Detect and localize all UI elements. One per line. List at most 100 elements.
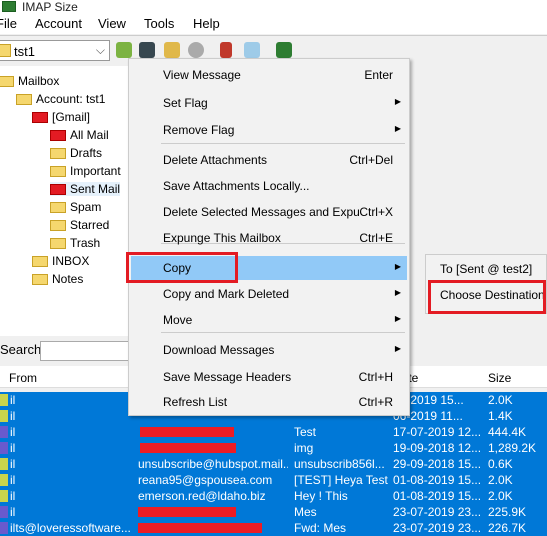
table-row[interactable]: il Test 17-07-2019 12... 444.4K (0, 424, 547, 440)
folder-icon (50, 184, 66, 196)
menu-item-copy-and-mark-deleted[interactable]: Copy and Mark Deleted ▶ (131, 282, 407, 306)
menu-shortcut: Ctrl+X (359, 205, 393, 219)
col-from[interactable]: From (9, 371, 37, 385)
message-icon (0, 410, 8, 422)
stop-icon[interactable] (188, 42, 204, 58)
cell-date: 01-08-2019 15... (393, 473, 482, 487)
message-icon (0, 522, 8, 534)
open-folder-icon[interactable] (164, 42, 180, 58)
account-value: tst1 (14, 44, 35, 59)
table-row[interactable]: il unsubscribe@hubspot.mail.... unsubscrib… (0, 456, 547, 472)
menu-label: Save Attachments Locally... (163, 179, 310, 193)
tree-important[interactable]: Important (50, 164, 121, 178)
message-icon (0, 474, 8, 486)
find-icon[interactable] (244, 42, 260, 58)
submenu-arrow-icon: ▶ (394, 344, 401, 353)
cell-from: il (10, 393, 16, 407)
tree-trash[interactable]: Trash (50, 236, 100, 250)
cell-from: il (10, 489, 16, 503)
menu-separator (161, 332, 405, 333)
cell-from: ilts@loveressoftware... (10, 521, 130, 535)
tree-sent-mail[interactable]: Sent Mail (50, 182, 121, 196)
cell-date: 29-09-2018 15... (393, 457, 482, 471)
menu-help[interactable]: Help (193, 16, 220, 31)
menu-shortcut: Ctrl+E (359, 231, 393, 245)
tree-label: [Gmail] (52, 110, 91, 124)
search-input[interactable] (40, 341, 140, 361)
menu-shortcut: Ctrl+Del (349, 153, 393, 167)
menu-item-delete-attachments[interactable]: Delete Attachments Ctrl+Del (131, 148, 407, 172)
menu-label: Copy and Mark Deleted (163, 287, 290, 301)
tree-drafts[interactable]: Drafts (50, 146, 102, 160)
tree-label: Important (70, 164, 121, 178)
app-icon (2, 1, 16, 12)
table-row[interactable]: il img 19-09-2018 12... 1,289.2K (0, 440, 547, 456)
message-icon (0, 442, 8, 454)
menu-label: Save Message Headers (163, 370, 292, 384)
menu-label: Download Messages (163, 343, 275, 357)
menu-account[interactable]: Account (35, 16, 82, 31)
submenu-arrow-icon: ▶ (394, 124, 401, 133)
tree-mailbox[interactable]: Mailbox (0, 74, 59, 88)
menu-item-refresh-list[interactable]: Refresh List Ctrl+R (131, 390, 407, 414)
cell-size: 0.6K (488, 457, 513, 471)
cell-date: 19-09-2018 12... (393, 441, 482, 455)
tree-starred[interactable]: Starred (50, 218, 109, 232)
submenu-arrow-icon: ▶ (394, 288, 401, 297)
tree-inbox[interactable]: INBOX (32, 254, 89, 268)
table-row[interactable]: il reana95@gspousea.com [TEST] Heya Test 01… (0, 472, 547, 488)
menu-item-move[interactable]: Move ▶ (131, 308, 407, 332)
settings-icon[interactable] (276, 42, 292, 58)
menu-label: Set Flag (163, 96, 208, 110)
menu-tools[interactable]: Tools (144, 16, 174, 31)
cell-size: 1,289.2K (488, 441, 537, 455)
menu-item-set-flag[interactable]: Set Flag ▶ (131, 91, 407, 115)
menu-file[interactable]: File (0, 16, 17, 31)
menu-item-save-attachments-locally[interactable]: Save Attachments Locally... (131, 174, 407, 198)
table-row[interactable]: ilts@loveressoftware... Fwd: Mes 23-07-201… (0, 520, 547, 536)
col-size[interactable]: Size (488, 371, 511, 385)
folder-icon (32, 112, 48, 124)
menu-item-expunge-this-mailbox[interactable]: Expunge This Mailbox Ctrl+E (131, 226, 407, 250)
tree-spam[interactable]: Spam (50, 200, 101, 214)
folder-icon (16, 94, 32, 106)
menu-label: View Message (163, 68, 241, 82)
cell-subject: [TEST] Heya Test (294, 473, 388, 487)
table-row[interactable]: il Mes 23-07-2019 23... 225.9K (0, 504, 547, 520)
table-row[interactable]: il emerson.red@ldaho.biz Hey ! This 01-08-2… (0, 488, 547, 504)
folder-tree: Mailbox Account: tst1 [Gmail] All Mail D… (0, 66, 130, 336)
context-menu: View Message Enter Set Flag ▶ Remove Flag ▶ De… (128, 58, 410, 416)
cell-size: 2.0K (488, 473, 513, 487)
tree-account[interactable]: Account: tst1 (16, 92, 105, 106)
cell-size: 2.0K (488, 393, 513, 407)
tree-label: Account: tst1 (36, 92, 106, 106)
submenu-arrow-icon: ▶ (394, 314, 401, 323)
account-icon (0, 44, 11, 57)
menu-item-save-message-headers[interactable]: Save Message Headers Ctrl+H (131, 365, 407, 389)
menu-item-remove-flag[interactable]: Remove Flag ▶ (131, 118, 407, 142)
submenu-to-sent-test2[interactable]: To [Sent @ test2] (428, 257, 546, 281)
tree-label: Spam (70, 200, 102, 214)
menu-item-view-message[interactable]: View Message Enter (131, 63, 407, 87)
menu-item-download-messages[interactable]: Download Messages ▶ (131, 338, 407, 362)
account-select[interactable]: tst1 ⌵ (0, 40, 110, 61)
message-icon (0, 458, 8, 470)
tree-all-mail[interactable]: All Mail (50, 128, 109, 142)
tree-notes[interactable]: Notes (32, 272, 83, 286)
menu-label: To [Sent @ test2] (440, 262, 533, 276)
cell-size: 226.7K (488, 521, 527, 535)
menu-shortcut: Ctrl+H (358, 370, 393, 384)
menu-label: Refresh List (163, 395, 228, 409)
tree-gmail[interactable]: [Gmail] (32, 110, 90, 124)
cell-subject: Mes (294, 505, 317, 519)
menu-item-delete-selected-messages-and-expu[interactable]: Delete Selected Messages and Expu Ctrl+X (131, 200, 407, 224)
message-icon (0, 426, 8, 438)
folder-icon (50, 130, 66, 142)
connect-icon[interactable] (116, 42, 132, 58)
disconnect-icon[interactable] (139, 42, 155, 58)
sort-icon[interactable] (220, 42, 232, 58)
redaction (140, 427, 234, 437)
cell-size: 2.0K (488, 489, 513, 503)
cell-from: il (10, 505, 16, 519)
menu-view[interactable]: View (98, 16, 126, 31)
